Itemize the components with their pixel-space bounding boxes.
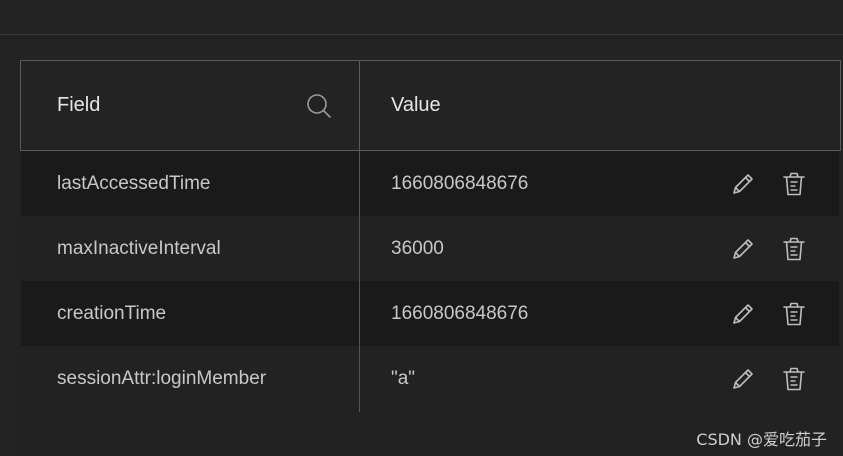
- delete-button[interactable]: [780, 365, 808, 393]
- delete-button[interactable]: [780, 235, 808, 263]
- value-cell: 1660806848676: [391, 173, 529, 194]
- value-column-header: Value: [391, 94, 441, 116]
- edit-button[interactable]: [729, 365, 757, 393]
- delete-button[interactable]: [780, 170, 808, 198]
- value-cell: 1660806848676: [391, 303, 529, 324]
- field-cell: lastAccessedTime: [57, 173, 211, 194]
- table-row: lastAccessedTime 1660806848676: [21, 151, 839, 216]
- pencil-icon: [733, 369, 753, 389]
- trash-icon: [783, 367, 805, 391]
- field-cell: creationTime: [57, 303, 167, 324]
- column-divider: [359, 151, 360, 412]
- pencil-icon: [733, 174, 753, 194]
- trash-icon: [783, 237, 805, 261]
- search-icon: [307, 94, 331, 118]
- table-row: sessionAttr:loginMember "a": [21, 346, 839, 411]
- top-bar: [0, 0, 843, 35]
- pencil-icon: [733, 239, 753, 259]
- trash-icon: [783, 172, 805, 196]
- session-table: Field Value lastAccessedTime 16608068486…: [20, 60, 841, 456]
- table-header: Field Value: [20, 60, 841, 151]
- header-divider: [359, 61, 360, 150]
- edit-button[interactable]: [729, 170, 757, 198]
- edit-button[interactable]: [729, 235, 757, 263]
- field-cell: maxInactiveInterval: [57, 238, 221, 259]
- trash-icon: [783, 302, 805, 326]
- delete-button[interactable]: [780, 300, 808, 328]
- search-button[interactable]: [305, 92, 333, 120]
- field-cell: sessionAttr:loginMember: [57, 368, 267, 389]
- pencil-icon: [733, 304, 753, 324]
- table-body: lastAccessedTime 1660806848676 maxInacti…: [21, 151, 839, 411]
- value-cell: 36000: [391, 238, 444, 259]
- table-row: creationTime 1660806848676: [21, 281, 839, 346]
- edit-button[interactable]: [729, 300, 757, 328]
- table-row: maxInactiveInterval 36000: [21, 216, 839, 281]
- watermark: CSDN @爱吃茄子: [696, 430, 827, 449]
- value-cell: "a": [391, 368, 416, 389]
- field-column-header: Field: [57, 94, 101, 116]
